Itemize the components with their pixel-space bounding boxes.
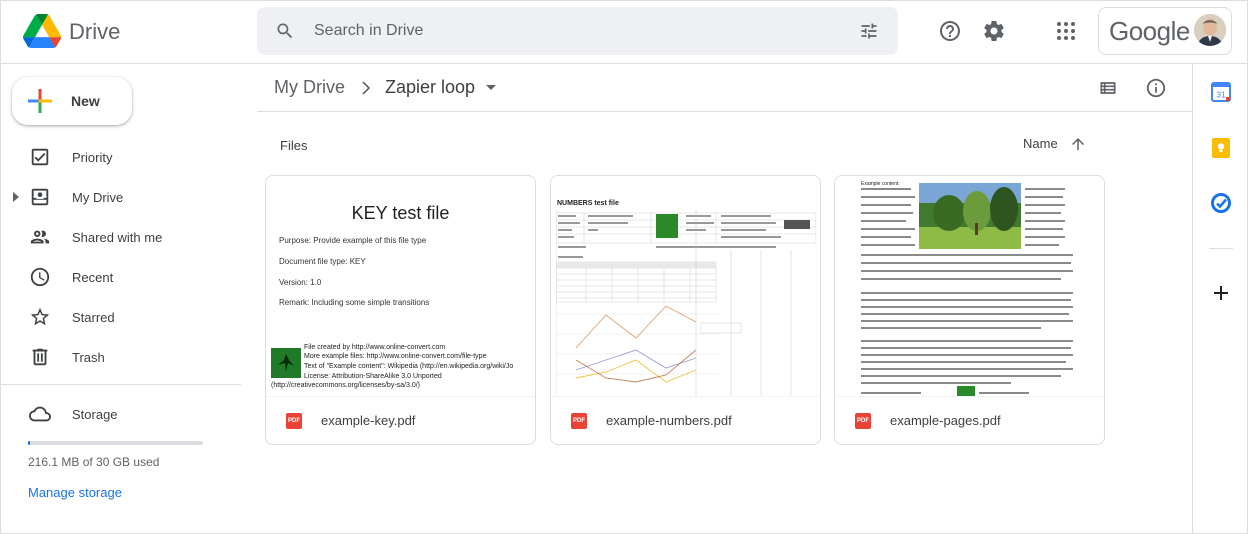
keep-icon[interactable] [1211, 138, 1231, 158]
sidebar-item-label: Priority [72, 150, 113, 165]
tasks-icon[interactable] [1211, 193, 1231, 213]
text-lines-graphic [861, 188, 1073, 396]
clock-icon [30, 267, 50, 287]
folder-menu-dropdown-icon[interactable] [486, 85, 496, 90]
new-button[interactable]: New [12, 77, 132, 125]
top-bar: Drive Search in Drive Google [1, 1, 1247, 64]
star-icon [30, 307, 50, 326]
file-name[interactable]: example-numbers.pdf [606, 413, 732, 428]
sidebar-item-label: Shared with me [72, 230, 163, 245]
file-thumbnail[interactable]: NUMBERS test file [551, 176, 820, 396]
file-card-example-numbers[interactable]: NUMBERS test file PDF example-numbers.pd… [550, 175, 821, 445]
drive-logo-icon[interactable] [23, 13, 61, 49]
file-card-example-pages[interactable]: Example content: PDF example-pages.pdf [834, 175, 1105, 445]
preview-credit: (http://creativecommons.org/licenses/by-… [271, 382, 421, 389]
help-icon[interactable] [938, 19, 962, 43]
cloud-icon [29, 406, 51, 422]
preview-credit: Text of "Example content": Wikipedia (ht… [304, 363, 514, 370]
preview-title: NUMBERS test file [557, 200, 619, 207]
trash-icon [32, 348, 48, 366]
preview-credit: License: Attribution-ShareAlike 3.0 Unpo… [304, 373, 442, 380]
storage-progress-bar [28, 441, 203, 445]
shared-icon [30, 230, 50, 244]
preview-heading: Example content: [861, 181, 900, 187]
arrow-up-icon[interactable] [1069, 135, 1087, 153]
side-panel-divider [1209, 248, 1233, 249]
sidebar-item-recent[interactable]: Recent [1, 261, 241, 293]
preview-credit: More example files: http://www.online-co… [304, 353, 487, 360]
plus-icon [28, 89, 52, 113]
info-icon[interactable] [1145, 77, 1167, 99]
sidebar-item-label: Starred [72, 310, 115, 325]
search-options-icon[interactable] [858, 21, 880, 41]
account-switcher[interactable]: Google [1098, 7, 1232, 55]
spreadsheet-preview-graphic [556, 210, 816, 396]
apps-grid-icon[interactable] [1054, 19, 1078, 43]
sidebar-item-shared[interactable]: Shared with me [1, 221, 241, 253]
sidebar-divider [1, 384, 241, 385]
storage-used-text: 216.1 MB of 30 GB used [28, 455, 160, 469]
file-thumbnail[interactable]: KEY test file Purpose: Provide example o… [266, 176, 535, 396]
settings-gear-icon[interactable] [982, 19, 1006, 43]
search-input[interactable]: Search in Drive [314, 22, 423, 40]
file-card-example-key[interactable]: KEY test file Purpose: Provide example o… [265, 175, 536, 445]
pdf-file-icon: PDF [286, 413, 302, 429]
sidebar-item-label: Storage [72, 407, 118, 422]
sidebar-item-label: My Drive [72, 190, 124, 205]
sort-by-name-button[interactable]: Name [1023, 136, 1058, 151]
sidebar-item-storage[interactable]: Storage [1, 398, 241, 430]
drive-window: Drive Search in Drive Google New Priorit… [0, 0, 1248, 534]
file-name[interactable]: example-key.pdf [321, 413, 415, 428]
list-view-icon[interactable] [1098, 78, 1118, 98]
file-card-footer[interactable]: PDF example-key.pdf [266, 396, 535, 444]
preview-line: Version: 1.0 [279, 278, 322, 287]
file-name[interactable]: example-pages.pdf [890, 413, 1001, 428]
breadcrumb-current-folder[interactable]: Zapier loop [385, 77, 475, 98]
my-drive-icon [31, 188, 49, 206]
preview-line: Document file type: KEY [279, 257, 366, 266]
calendar-icon[interactable]: 31 [1211, 82, 1231, 102]
file-card-footer[interactable]: PDF example-numbers.pdf [551, 396, 820, 444]
pdf-file-icon: PDF [571, 413, 587, 429]
breadcrumb: My Drive Zapier loop [257, 64, 1192, 112]
app-title: Drive [69, 19, 121, 44]
manage-storage-link[interactable]: Manage storage [28, 485, 122, 500]
storage-progress-fill [28, 441, 30, 445]
preview-credit: File created by http://www.online-conver… [304, 344, 446, 351]
file-thumbnail[interactable]: Example content: [835, 176, 1104, 396]
preview-line: Remark: Including some simple transition… [279, 298, 430, 307]
sidebar-item-my-drive[interactable]: My Drive [1, 181, 241, 213]
add-addon-icon[interactable] [1211, 283, 1231, 303]
pdf-file-icon: PDF [855, 413, 871, 429]
breadcrumb-my-drive[interactable]: My Drive [274, 77, 345, 98]
files-section-label: Files [280, 138, 308, 153]
new-button-label: New [71, 93, 100, 109]
avatar[interactable] [1194, 14, 1226, 46]
preview-line: Purpose: Provide example of this file ty… [279, 236, 427, 245]
file-card-footer[interactable]: PDF example-pages.pdf [835, 396, 1104, 444]
priority-icon [31, 148, 49, 166]
expand-caret-icon[interactable] [13, 192, 19, 202]
svg-text:31: 31 [1217, 91, 1226, 100]
sidebar-item-trash[interactable]: Trash [1, 341, 241, 373]
sidebar-item-starred[interactable]: Starred [1, 301, 241, 333]
search-bar[interactable]: Search in Drive [257, 7, 898, 55]
chevron-right-icon [362, 81, 371, 95]
search-icon[interactable] [275, 21, 295, 41]
sidebar-item-label: Recent [72, 270, 114, 285]
side-panel: 31 [1192, 64, 1247, 533]
sidebar-item-priority[interactable]: Priority [1, 141, 241, 173]
google-wordmark: Google [1109, 16, 1190, 46]
example-image [271, 348, 301, 378]
sidebar-item-label: Trash [72, 350, 105, 365]
preview-title: KEY test file [351, 203, 450, 223]
